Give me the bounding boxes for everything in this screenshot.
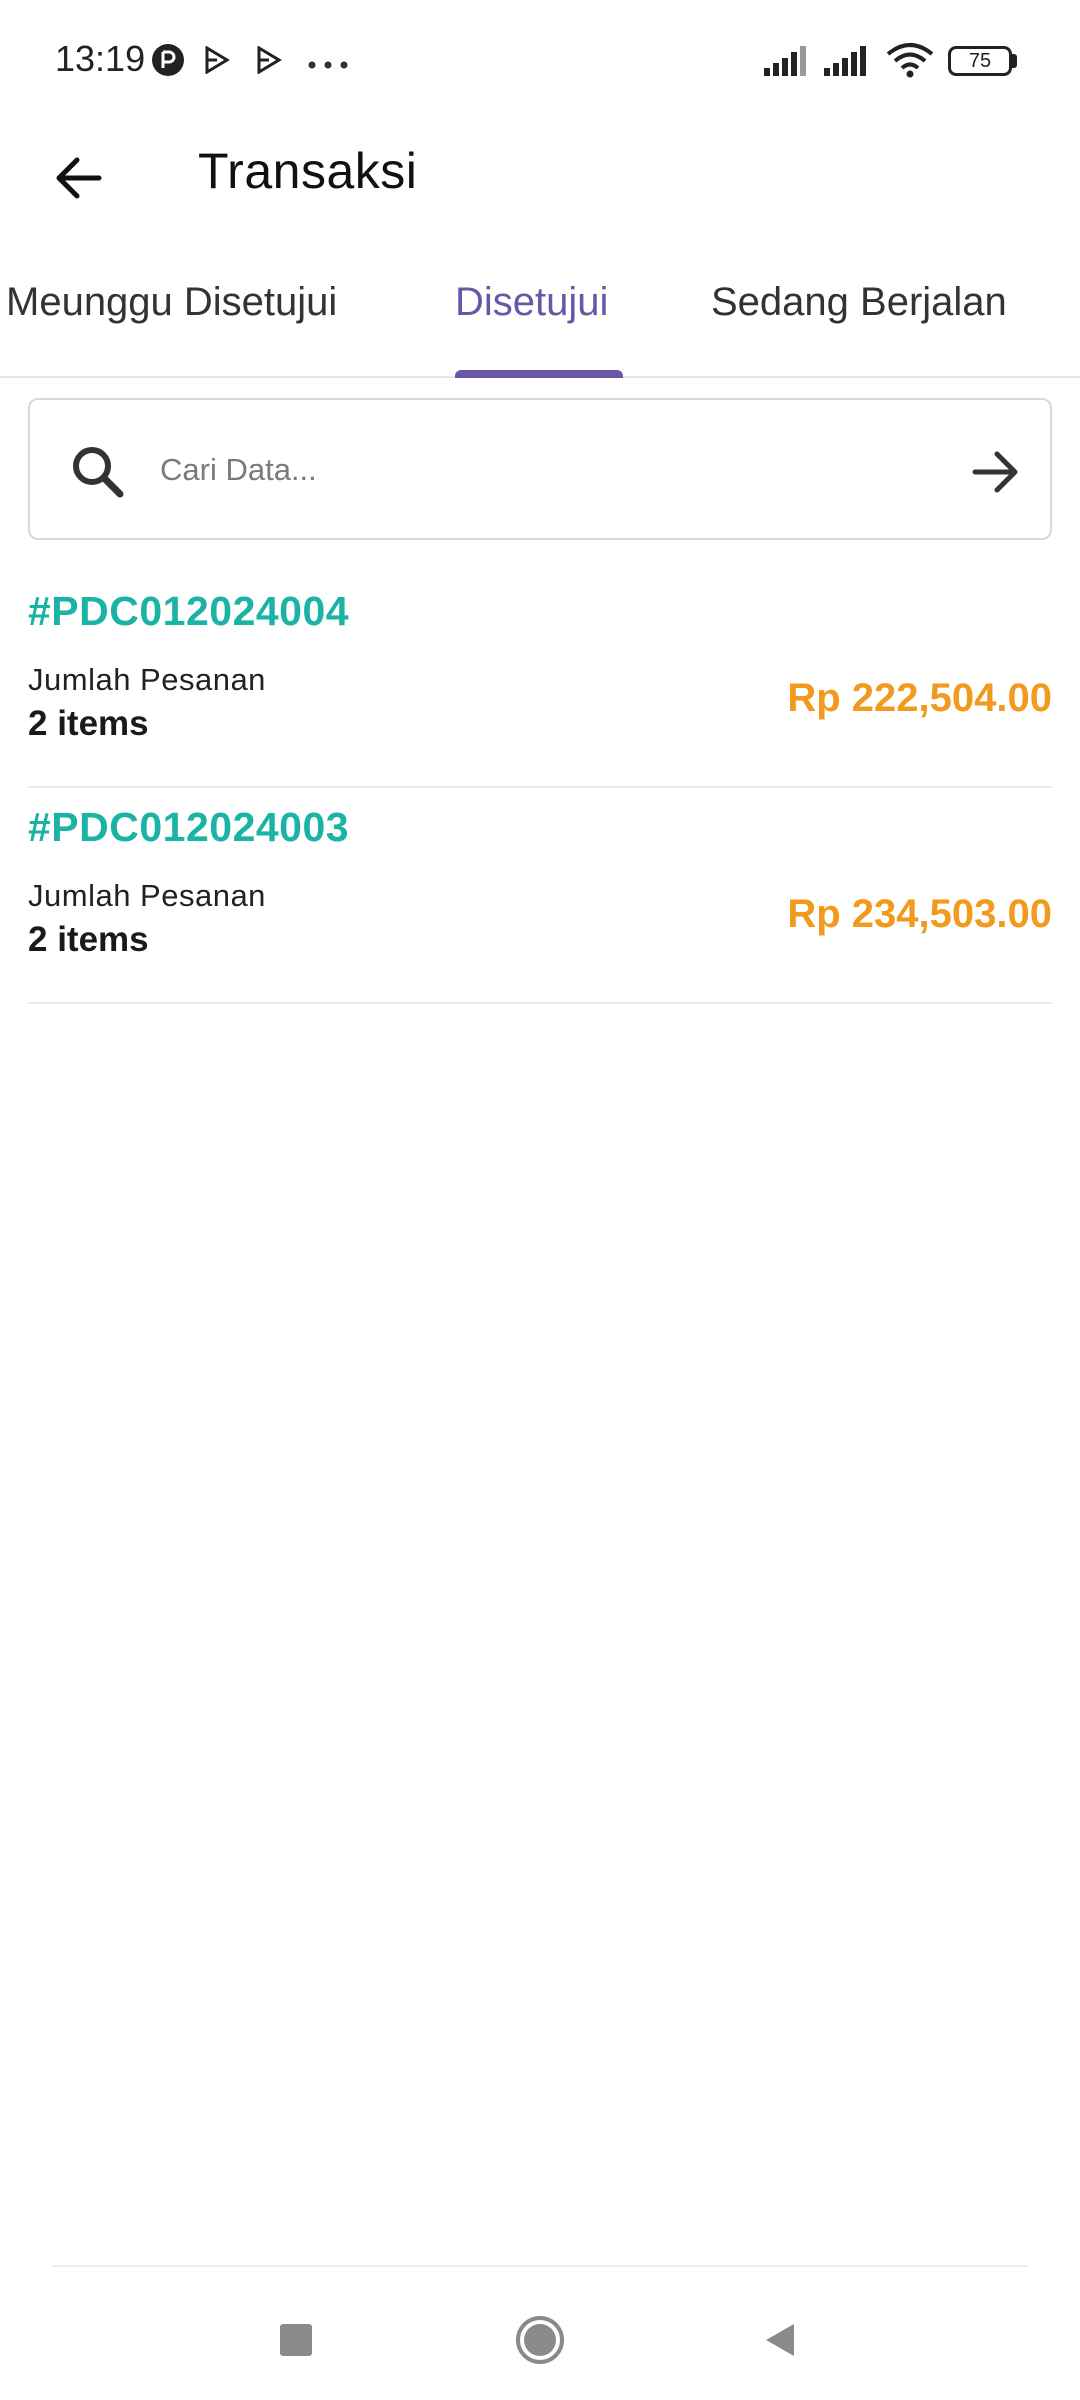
play-store-icon <box>256 45 282 79</box>
order-total: Rp 222,504.00 <box>787 676 1052 720</box>
search-icon <box>68 442 128 502</box>
order-code: #PDC012024004 <box>28 588 350 634</box>
status-time: 13:19 <box>55 38 146 79</box>
battery-indicator: 75 <box>948 46 1012 76</box>
arrow-right-icon <box>972 451 1018 493</box>
order-qty-label: Jumlah Pesanan <box>28 878 266 913</box>
play-store-icon <box>204 45 230 79</box>
order-code: #PDC012024003 <box>28 804 350 850</box>
tab-sedang-berjalan[interactable]: Sedang Berjalan <box>711 280 1007 325</box>
tab-bar: Meunggu Disetujui Disetujui Sedang Berja… <box>0 250 1080 378</box>
order-total: Rp 234,503.00 <box>787 892 1052 936</box>
home-button[interactable] <box>500 2300 580 2380</box>
search-submit-button[interactable] <box>960 436 1032 508</box>
battery-tip <box>1012 54 1017 68</box>
tab-disetujui[interactable]: Disetujui <box>455 280 608 325</box>
nav-divider <box>52 2265 1028 2267</box>
signal-icon <box>764 44 814 81</box>
square-icon <box>280 2324 312 2356</box>
notification-app-icon <box>150 42 186 83</box>
tab-meunggu-disetujui[interactable]: Meunggu Disetujui <box>6 280 337 325</box>
wifi-icon <box>886 42 934 83</box>
search-input[interactable] <box>160 440 940 500</box>
order-qty-label: Jumlah Pesanan <box>28 662 266 697</box>
arrow-left-icon <box>56 157 102 199</box>
order-list: #PDC012024004 Jumlah Pesanan 2 items Rp … <box>28 572 1052 1004</box>
triangle-back-icon <box>766 2324 794 2356</box>
search-box <box>28 398 1052 540</box>
circle-icon <box>516 2316 564 2364</box>
page-title: Transaksi <box>198 143 418 199</box>
more-dots-icon <box>308 56 348 74</box>
active-tab-indicator <box>455 370 623 378</box>
status-bar: 13:19 75 <box>0 0 1080 120</box>
list-item[interactable]: #PDC012024003 Jumlah Pesanan 2 items Rp … <box>28 788 1052 1004</box>
back-button[interactable] <box>40 140 116 216</box>
order-qty: 2 items <box>28 920 149 959</box>
order-qty: 2 items <box>28 704 149 743</box>
back-nav-button[interactable] <box>740 2300 820 2380</box>
list-item[interactable]: #PDC012024004 Jumlah Pesanan 2 items Rp … <box>28 572 1052 788</box>
signal-icon <box>824 44 874 81</box>
screen: 13:19 75 Transaksi Meunggu Disetujui Dis… <box>0 0 1080 2400</box>
recent-apps-button[interactable] <box>256 2300 336 2380</box>
app-bar: Transaksi <box>0 120 1080 230</box>
